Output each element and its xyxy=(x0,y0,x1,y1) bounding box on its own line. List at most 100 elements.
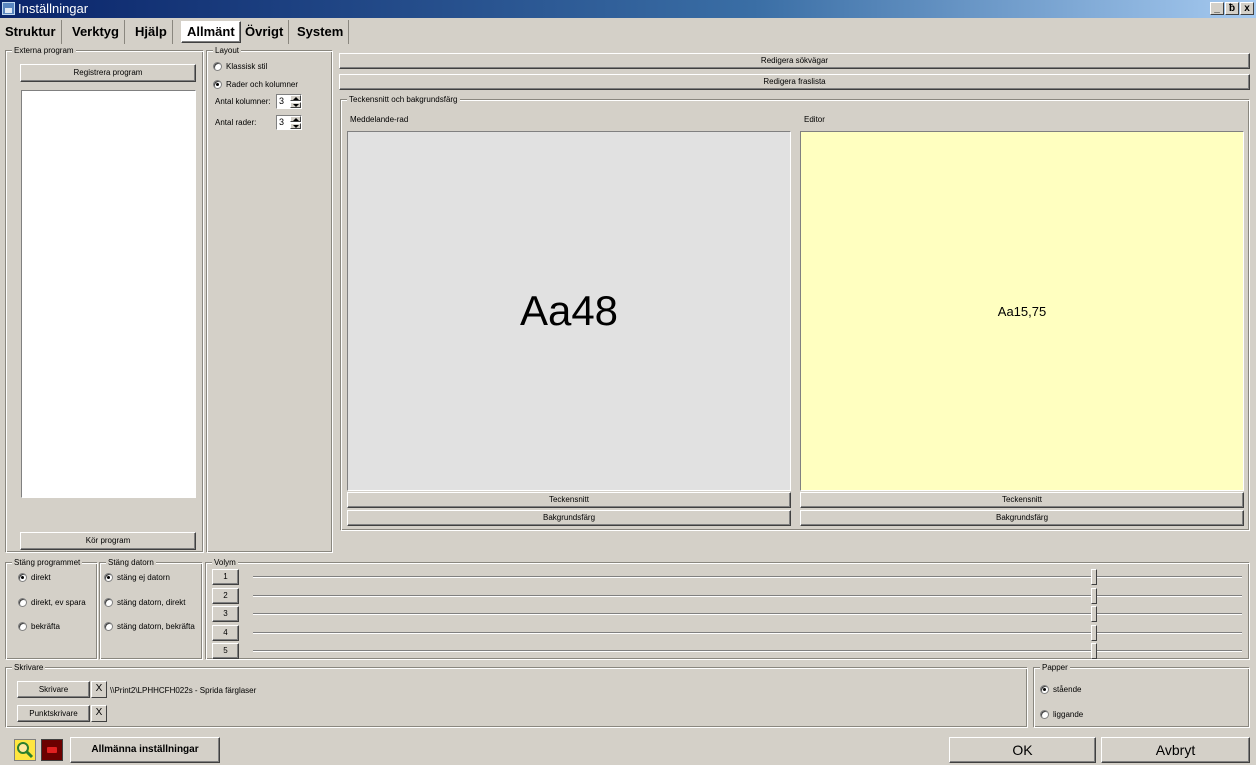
paper-landscape-label: liggande xyxy=(1053,710,1084,719)
rows-value: 3 xyxy=(279,117,285,127)
general-settings-button[interactable]: Allmänna inställningar xyxy=(70,737,220,763)
close-computer-option-direct[interactable]: stäng datorn, direkt xyxy=(104,598,185,607)
radio-direct-save[interactable] xyxy=(18,598,27,607)
search-icon[interactable] xyxy=(14,739,36,761)
close-computer-option-none[interactable]: stäng ej datorn xyxy=(104,573,170,582)
editor-bg-button[interactable]: Bakgrundsfärg xyxy=(800,510,1244,526)
rows-spinner[interactable]: 3 xyxy=(276,115,302,130)
font-bg-title: Teckensnitt och bakgrundsfärg xyxy=(347,95,460,105)
editor-label: Editor xyxy=(804,115,825,124)
close-computer-none-label: stäng ej datorn xyxy=(117,573,170,582)
dot-printer-button[interactable]: Punktskrivare xyxy=(17,705,90,722)
cancel-button[interactable]: Avbryt xyxy=(1101,737,1250,763)
columns-spinner[interactable]: 3 xyxy=(276,94,302,109)
edit-phrases-button[interactable]: Redigera fraslista xyxy=(339,74,1250,90)
volume-channel-button[interactable]: 1 xyxy=(212,569,239,585)
close-computer-title: Stäng datorn xyxy=(106,558,156,568)
volume-channel-button[interactable]: 5 xyxy=(212,643,239,659)
printers-group: Skrivare xyxy=(6,663,1028,728)
title-bar: Inställningar _ ƀ x xyxy=(0,0,1256,18)
tab-struktur[interactable]: Struktur xyxy=(0,20,62,44)
edit-paths-button[interactable]: Redigera sökvägar xyxy=(339,53,1250,69)
spin-down-icon[interactable] xyxy=(290,123,301,129)
minimize-button[interactable]: _ xyxy=(1210,2,1224,15)
message-row-bg-button[interactable]: Bakgrundsfärg xyxy=(347,510,791,526)
close-button[interactable]: x xyxy=(1240,2,1254,15)
close-computer-direct-label: stäng datorn, direkt xyxy=(117,598,186,607)
layout-classic-label: Klassisk stil xyxy=(226,62,268,71)
volume-slider-thumb[interactable] xyxy=(1090,569,1097,585)
app-icon xyxy=(2,2,15,15)
tab-allmant[interactable]: Allmänt xyxy=(181,21,241,43)
volume-slider-thumb[interactable] xyxy=(1090,606,1097,622)
close-program-option-direct[interactable]: direkt xyxy=(18,573,51,582)
editor-preview: Aa15,75 xyxy=(800,131,1244,491)
spin-up-icon[interactable] xyxy=(290,116,301,122)
maximize-button[interactable]: ƀ xyxy=(1225,2,1239,15)
radio-shutdown-confirm[interactable] xyxy=(104,622,113,631)
printer-clear-button[interactable]: X xyxy=(91,681,107,698)
paper-portrait-option[interactable]: stående xyxy=(1040,685,1081,694)
register-program-button[interactable]: Registrera program xyxy=(20,64,196,82)
program-list[interactable] xyxy=(21,90,196,498)
radio-shutdown-direct[interactable] xyxy=(104,598,113,607)
columns-label: Antal kolumner: xyxy=(215,97,271,106)
message-row-label: Meddelande-rad xyxy=(350,115,409,124)
volume-channel-button[interactable]: 2 xyxy=(212,587,239,604)
radio-direct[interactable] xyxy=(18,573,27,582)
close-computer-confirm-label: stäng datorn, bekräfta xyxy=(117,622,195,631)
record-icon[interactable] xyxy=(41,739,63,761)
close-computer-option-confirm[interactable]: stäng datorn, bekräfta xyxy=(104,622,195,631)
columns-value: 3 xyxy=(279,96,285,106)
menu-tabs: Struktur Verktyg Hjälp Allmänt Övrigt Sy… xyxy=(0,20,350,44)
radio-no-shutdown[interactable] xyxy=(104,573,113,582)
paper-title: Papper xyxy=(1040,663,1070,673)
radio-confirm[interactable] xyxy=(18,622,27,631)
editor-sample: Aa15,75 xyxy=(997,303,1047,319)
printers-title: Skrivare xyxy=(12,663,46,673)
ok-button[interactable]: OK xyxy=(949,737,1096,763)
radio-classic[interactable] xyxy=(213,62,222,71)
spin-down-icon[interactable] xyxy=(290,102,301,108)
message-row-font-button[interactable]: Teckensnitt xyxy=(347,492,791,508)
volume-channel-button[interactable]: 4 xyxy=(212,624,239,641)
layout-classic-option[interactable]: Klassisk stil xyxy=(213,62,267,71)
tab-verktyg[interactable]: Verktyg xyxy=(67,20,125,44)
close-program-direct-label: direkt xyxy=(31,573,51,582)
rows-label: Antal rader: xyxy=(215,118,257,127)
printer-path: \\Print2\LPHHCFH022s - Sprida färglaser xyxy=(110,686,257,695)
radio-rows-cols[interactable] xyxy=(213,80,222,89)
editor-font-button[interactable]: Teckensnitt xyxy=(800,492,1244,508)
spin-up-icon[interactable] xyxy=(290,95,301,101)
close-program-title: Stäng programmet xyxy=(12,558,83,568)
close-program-option-save[interactable]: direkt, ev spara xyxy=(18,598,86,607)
volume-slider-thumb[interactable] xyxy=(1090,643,1097,659)
external-programs-title: Externa program xyxy=(12,46,76,56)
message-row-sample: Aa48 xyxy=(519,287,619,334)
tab-ovrigt[interactable]: Övrigt xyxy=(240,20,290,44)
tab-hjalp[interactable]: Hjälp xyxy=(130,20,173,44)
record-glyph xyxy=(47,747,57,753)
volume-slider-thumb[interactable] xyxy=(1090,624,1097,641)
volume-channel-button[interactable]: 3 xyxy=(212,606,239,622)
radio-landscape[interactable] xyxy=(1040,710,1049,719)
dot-printer-clear-button[interactable]: X xyxy=(91,705,107,722)
layout-rows-cols-label: Rader och kolumner xyxy=(226,80,299,89)
volume-slider-thumb[interactable] xyxy=(1090,587,1097,604)
close-program-save-label: direkt, ev spara xyxy=(31,598,86,607)
layout-title: Layout xyxy=(213,46,242,56)
message-row-preview: Aa48 xyxy=(347,131,791,491)
window-title: Inställningar xyxy=(18,1,89,16)
run-program-button[interactable]: Kör program xyxy=(20,532,196,550)
tab-system[interactable]: System xyxy=(292,20,350,44)
volume-title: Volym xyxy=(212,558,238,568)
magnifier-glyph xyxy=(17,742,34,759)
layout-rows-cols-option[interactable]: Rader och kolumner xyxy=(213,80,298,89)
paper-portrait-label: stående xyxy=(1053,685,1082,694)
close-program-option-confirm[interactable]: bekräfta xyxy=(18,622,60,631)
paper-landscape-option[interactable]: liggande xyxy=(1040,710,1083,719)
paper-group: Papper xyxy=(1034,663,1250,728)
close-program-confirm-label: bekräfta xyxy=(31,622,60,631)
radio-portrait[interactable] xyxy=(1040,685,1049,694)
printer-button[interactable]: Skrivare xyxy=(17,681,90,698)
